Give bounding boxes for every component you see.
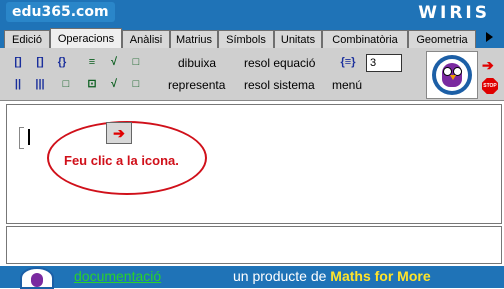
formula-editor[interactable]: ➔ Feu clic a la icona. (6, 104, 502, 224)
fraction-icon[interactable]: ≡ (84, 54, 100, 70)
footer-prefix: un producte de (233, 268, 331, 284)
arrow-right-icon[interactable]: ➔ (482, 57, 494, 74)
footer-logo-icon (20, 267, 54, 289)
tab-simbols[interactable]: Símbols (218, 30, 274, 48)
superscript-icon[interactable]: □ (128, 54, 144, 70)
menu-button[interactable]: menú (332, 78, 362, 92)
hint-text: Feu clic a la icona. (64, 153, 179, 168)
footer-credit: un producte de Maths for More (233, 268, 431, 284)
toolbar: [] [] {} ≡ √ □ || ||| □ ⊡ √ □ dibuixa re… (0, 48, 504, 101)
matrix-icon[interactable]: || (10, 76, 26, 92)
site-logo[interactable]: edu365.com (6, 2, 115, 22)
resol-sistema-button[interactable]: resol sistema (244, 78, 315, 92)
tab-matrius[interactable]: Matrius (170, 30, 218, 48)
determinant-icon[interactable]: ||| (32, 76, 48, 92)
subscript-icon[interactable]: □ (128, 76, 144, 92)
operators-icon[interactable]: ⊡ (84, 76, 100, 92)
representa-button[interactable]: representa (168, 78, 225, 92)
product-title: WIRIS (418, 3, 490, 23)
brackets-icon[interactable]: [] (10, 54, 26, 70)
vector-icon[interactable]: [] (32, 54, 48, 70)
text-caret (28, 129, 30, 145)
tab-bar: Edició Operacions Anàlisi Matrius Símbol… (0, 26, 504, 48)
system-braces-icon[interactable]: {≡} (340, 54, 356, 70)
dibuixa-button[interactable]: dibuixa (178, 56, 216, 70)
header-bar: edu365.com WIRIS (0, 0, 504, 26)
size-field[interactable] (366, 54, 402, 72)
sqrt-icon[interactable]: √ (106, 54, 122, 70)
box-icon[interactable]: □ (58, 76, 74, 92)
owl-logo-icon[interactable] (426, 51, 478, 99)
braces-icon[interactable]: {} (54, 54, 70, 70)
input-bracket (19, 127, 24, 149)
result-area (6, 226, 502, 264)
calculate-button[interactable]: ➔ (106, 122, 132, 144)
tab-analisi[interactable]: Anàlisi (122, 30, 170, 48)
tab-combinatoria[interactable]: Combinatòria (322, 30, 408, 48)
tab-scroll-right-icon[interactable] (486, 32, 493, 42)
documentation-link[interactable]: documentació (74, 268, 161, 284)
footer-bar: documentació un producte de Maths for Mo… (0, 266, 504, 289)
nth-root-icon[interactable]: √ (106, 76, 122, 92)
maths-for-more-link[interactable]: Maths for More (330, 268, 430, 284)
tab-edicio[interactable]: Edició (4, 30, 50, 48)
tab-operacions[interactable]: Operacions (50, 28, 122, 48)
resol-equacio-button[interactable]: resol equació (244, 56, 315, 70)
tab-geometria[interactable]: Geometria (408, 30, 476, 48)
tab-unitats[interactable]: Unitats (274, 30, 322, 48)
